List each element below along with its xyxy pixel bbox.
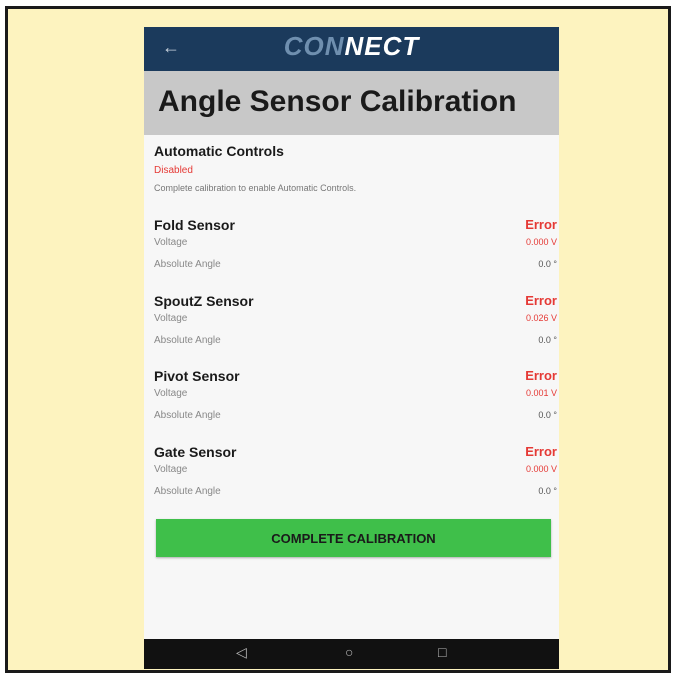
angle-value: 0.0 °	[538, 410, 557, 420]
sensor-name: Pivot Sensor	[154, 368, 240, 384]
sensor-name: Gate Sensor	[154, 444, 237, 460]
nav-home-icon[interactable]: ○	[345, 644, 353, 660]
voltage-label: Voltage	[154, 313, 188, 324]
angle-value: 0.0 °	[538, 486, 557, 496]
nav-back-icon[interactable]: ◁	[236, 644, 247, 661]
sensor-status: Error	[525, 293, 557, 308]
angle-value: 0.0 °	[538, 335, 557, 345]
sensor-fold: Fold Sensor Error Voltage 0.000 V Absolu…	[144, 217, 559, 293]
android-nav-bar: ◁ ○ □	[144, 639, 559, 669]
complete-calibration-button[interactable]: COMPLETE CALIBRATION	[156, 519, 551, 557]
sensor-name: SpoutZ Sensor	[154, 293, 254, 309]
angle-label: Absolute Angle	[154, 410, 221, 421]
nav-recents-icon[interactable]: □	[438, 644, 446, 660]
page-header: Angle Sensor Calibration	[144, 71, 559, 135]
sensor-status: Error	[525, 368, 557, 383]
sensor-status: Error	[525, 444, 557, 459]
voltage-value: 0.001 V	[525, 388, 557, 398]
voltage-label: Voltage	[154, 388, 188, 399]
app-logo: CONNECT	[144, 31, 559, 62]
angle-label: Absolute Angle	[154, 486, 221, 497]
calibration-content: Automatic Controls Disabled Complete cal…	[144, 135, 559, 639]
sensor-name: Fold Sensor	[154, 217, 235, 233]
voltage-label: Voltage	[154, 464, 188, 475]
automatic-controls-status: Disabled	[154, 165, 193, 176]
voltage-value: 0.026 V	[525, 313, 557, 323]
automatic-controls-title: Automatic Controls	[154, 143, 284, 159]
voltage-label: Voltage	[154, 237, 188, 248]
logo-prefix: CON	[283, 31, 345, 61]
angle-value: 0.0 °	[538, 259, 557, 269]
app-bar: ← CONNECT	[144, 27, 559, 71]
voltage-value: 0.000 V	[525, 237, 557, 247]
angle-label: Absolute Angle	[154, 335, 221, 346]
phone-screen: ← CONNECT Angle Sensor Calibration Autom…	[144, 27, 559, 669]
logo-suffix: NECT	[344, 31, 420, 61]
page-title: Angle Sensor Calibration	[158, 85, 517, 118]
sensor-pivot: Pivot Sensor Error Voltage 0.001 V Absol…	[144, 368, 559, 444]
angle-label: Absolute Angle	[154, 259, 221, 270]
sensor-spoutz: SpoutZ Sensor Error Voltage 0.026 V Abso…	[144, 293, 559, 369]
sensor-status: Error	[525, 217, 557, 232]
sensor-gate: Gate Sensor Error Voltage 0.000 V Absolu…	[144, 444, 559, 520]
voltage-value: 0.000 V	[525, 464, 557, 474]
automatic-controls-description: Complete calibration to enable Automatic…	[154, 183, 357, 193]
figure-frame: ← CONNECT Angle Sensor Calibration Autom…	[5, 6, 671, 673]
